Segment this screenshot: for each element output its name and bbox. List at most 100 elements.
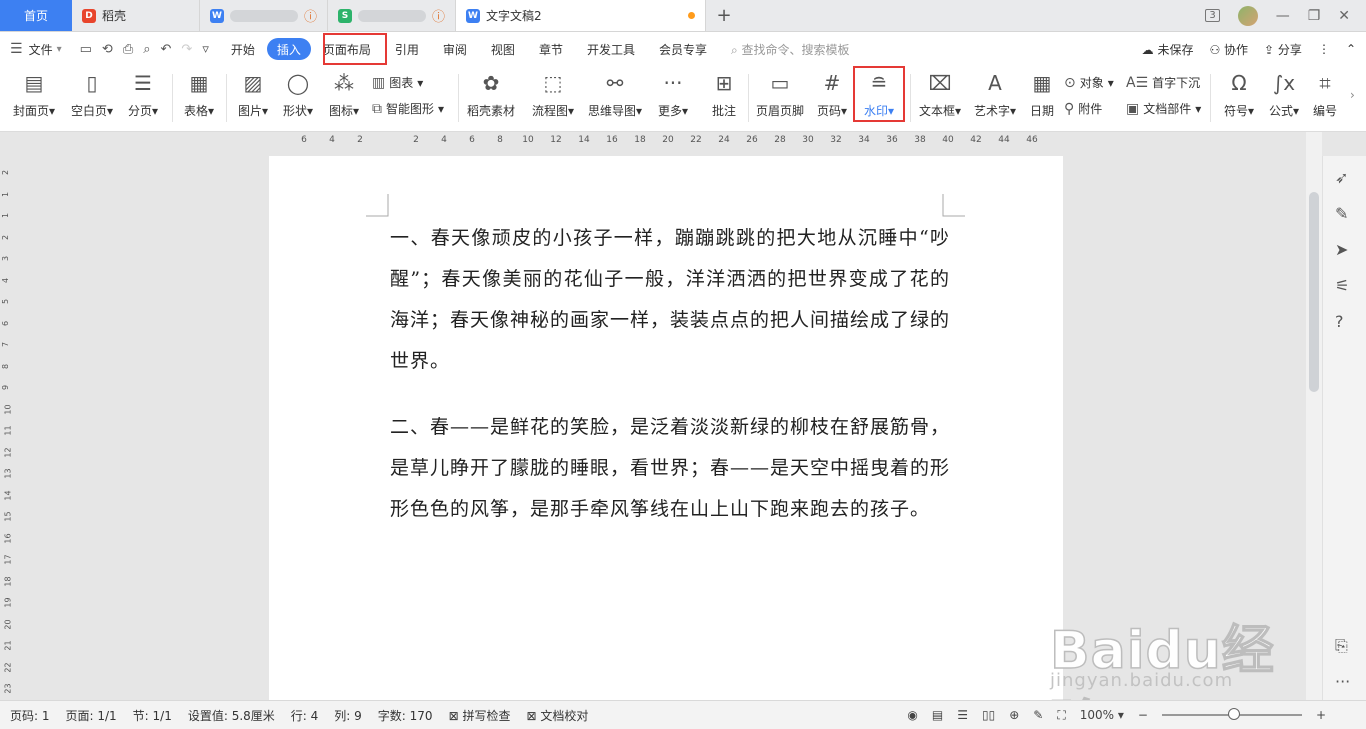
page-number-icon: # <box>823 71 841 95</box>
more-quick-icon[interactable]: ▿ <box>202 42 209 57</box>
status-words[interactable]: 字数: 170 <box>378 707 433 724</box>
cover-page-button[interactable]: ▤ 封面页▾ <box>6 70 62 119</box>
eye-protect-icon[interactable]: ◉ <box>907 708 917 722</box>
tab-daoke[interactable]: D 稻壳 <box>72 0 200 31</box>
object-button[interactable]: ⊙ 对象 ▾ <box>1064 74 1114 91</box>
more-button[interactable]: ··· 更多▾ <box>645 70 701 119</box>
ruler-tick: 32 <box>830 135 842 145</box>
window-count-badge[interactable]: 3 <box>1205 9 1220 22</box>
numbering-button[interactable]: ⌗ 编号 <box>1297 70 1353 119</box>
header-footer-button[interactable]: ▭ 页眉页脚 <box>752 70 808 119</box>
status-row[interactable]: 行: 4 <box>291 707 319 724</box>
tab-home[interactable]: 首页 <box>0 0 72 31</box>
spellcheck-button[interactable]: ⊠ 拼写检查 <box>449 707 511 724</box>
zoom-out-icon[interactable]: − <box>1138 708 1148 722</box>
print-icon[interactable]: ⎙ <box>123 42 133 57</box>
outline-view-icon[interactable]: ☰ <box>957 708 968 722</box>
scroll-thumb[interactable] <box>1309 192 1319 392</box>
proofread-button[interactable]: ⊠ 文档校对 <box>526 707 588 724</box>
zoom-level[interactable]: 100% ▾ <box>1080 708 1124 722</box>
daoke-material-button[interactable]: ✿ 稻壳素材 <box>463 70 519 119</box>
doc-part-button[interactable]: ▣ 文档部件 ▾ <box>1126 100 1201 117</box>
document-page[interactable]: 一、春天像顽皮的小孩子一样，蹦蹦跳跳的把大地从沉睡中“吵醒”；春天像美丽的花仙子… <box>269 156 1063 700</box>
date-button[interactable]: ▦ 日期 <box>1014 70 1070 119</box>
doc-search-icon[interactable]: ⎘ <box>1335 636 1348 656</box>
status-page-code[interactable]: 页码: 1 <box>10 707 50 724</box>
pen-icon[interactable]: ✎ <box>1335 204 1348 223</box>
web-view-icon[interactable]: ⊕ <box>1009 708 1019 722</box>
ruler-tick: 34 <box>858 135 870 145</box>
reading-view-icon[interactable]: ▯▯ <box>982 708 995 722</box>
vertical-ruler[interactable]: 2 1 1 2 3 4 5 6 7 8 9 10 11 12 13 14 15 16 17 18 19 20 21 22 23 <box>0 156 16 700</box>
file-menu[interactable]: 文件 <box>29 41 53 58</box>
paragraph-1[interactable]: 一、春天像顽皮的小孩子一样，蹦蹦跳跳的把大地从沉睡中“吵醒”；春天像美丽的花仙子… <box>390 218 950 382</box>
tab-view[interactable]: 视图 <box>479 38 527 60</box>
tab-references[interactable]: 引用 <box>383 38 431 60</box>
tab-insert[interactable]: 插入 <box>266 38 311 60</box>
textbox-button[interactable]: ⌧ 文本框▾ <box>912 70 968 119</box>
minimize-icon[interactable]: — <box>1276 8 1290 24</box>
drop-cap-button[interactable]: A☰ 首字下沉 <box>1126 74 1200 91</box>
chevron-down-icon[interactable]: ▾ <box>57 44 62 55</box>
table-button[interactable]: ▦ 表格▾ <box>171 70 227 119</box>
status-section[interactable]: 节: 1/1 <box>133 707 172 724</box>
mindmap-button[interactable]: ⚯ 思维导图▾ <box>587 70 643 119</box>
tab-member[interactable]: 会员专享 <box>647 38 719 60</box>
tab-blurred-doc-1[interactable]: W ⓘ <box>200 0 328 31</box>
vertical-scrollbar[interactable] <box>1306 132 1322 700</box>
collapse-ribbon-icon[interactable]: ⌃ <box>1346 42 1356 56</box>
flowchart-button[interactable]: ⬚ 流程图▾ <box>525 70 581 119</box>
zoom-slider-knob[interactable] <box>1227 708 1240 720</box>
paragraph-2[interactable]: 二、春——是鲜花的笑脸，是泛着淡淡新绿的柳枝在舒展筋骨，是草儿睁开了朦胧的睡眼，… <box>390 407 950 530</box>
hamburger-icon[interactable]: ☰ <box>10 41 23 57</box>
chart-button[interactable]: ▥ 图表 ▾ <box>372 74 423 91</box>
tab-blurred-doc-2[interactable]: S ⓘ <box>328 0 456 31</box>
unsaved-button[interactable]: ☁ 未保存 <box>1142 41 1194 58</box>
close-icon[interactable]: ✕ <box>1338 8 1350 24</box>
comment-button[interactable]: ⊞ 批注 <box>696 70 752 119</box>
redo-icon[interactable]: ↷ <box>181 42 192 57</box>
tab-review[interactable]: 审阅 <box>431 38 479 60</box>
more-options-icon[interactable]: ⋮ <box>1318 42 1330 56</box>
share-doc-icon[interactable]: ⟲ <box>102 42 113 57</box>
status-setting[interactable]: 设置值: 5.8厘米 <box>188 707 275 724</box>
ruler-tick: 14 <box>578 135 590 145</box>
more-sidebar-icon[interactable]: ··· <box>1335 672 1350 691</box>
print-preview-icon[interactable]: ⌕ <box>143 42 150 57</box>
undo-icon[interactable]: ↶ <box>161 42 172 57</box>
avatar[interactable] <box>1237 5 1258 26</box>
attachment-button[interactable]: ⚲ 附件 <box>1064 100 1102 117</box>
tab-start[interactable]: 开始 <box>219 38 267 60</box>
help-icon[interactable]: ? <box>1335 312 1344 331</box>
page-break-button[interactable]: ☰ 分页▾ <box>115 70 171 119</box>
settings-sliders-icon[interactable]: ⚟ <box>1335 276 1349 295</box>
ribbon: ▤ 封面页▾ ▯ 空白页▾ ☰ 分页▾ ▦ 表格▾ ▨ 图片▾ ◯ 形状▾ ⁂ 图标▾ ▥ 图表… <box>0 66 1366 132</box>
tab-active-doc[interactable]: W 文字文稿2 <box>456 0 706 31</box>
page-view-icon[interactable]: ▤ <box>932 708 943 722</box>
blank-page-button[interactable]: ▯ 空白页▾ <box>64 70 120 119</box>
ruler-tick: 6 <box>469 135 475 145</box>
writing-mode-icon[interactable]: ✎ <box>1033 708 1043 722</box>
ruler-tick: 17 <box>3 554 13 565</box>
fit-page-icon[interactable]: ⛶ <box>1057 708 1065 723</box>
restore-icon[interactable]: ❐ <box>1308 8 1321 24</box>
ruler-tick: 5 <box>1 298 11 305</box>
cursor-icon[interactable]: ➤ <box>1335 240 1348 259</box>
tab-chapter[interactable]: 章节 <box>527 38 575 60</box>
smart-graphic-button[interactable]: ⧉ 智能图形 ▾ <box>372 100 444 117</box>
rocket-icon[interactable]: ➶ <box>1335 168 1348 187</box>
icon-library-button[interactable]: ⁂ 图标▾ <box>316 70 372 119</box>
horizontal-ruler[interactable]: 6 4 2 2 4 6 8 10 12 14 16 18 20 22 24 26 28 30 32 34 36 38 40 4… <box>0 132 1306 156</box>
share-button[interactable]: ⇪ 分享 <box>1264 41 1302 58</box>
command-search[interactable]: ⌕ 查找命令、搜索模板 <box>731 41 850 58</box>
zoom-in-icon[interactable]: + <box>1316 708 1326 722</box>
save-icon[interactable]: ▭ <box>80 42 92 57</box>
ribbon-scroll-right-icon[interactable]: › <box>1350 88 1355 102</box>
tab-developer[interactable]: 开发工具 <box>575 38 647 60</box>
add-tab-button[interactable]: + <box>706 0 742 31</box>
status-pages[interactable]: 页面: 1/1 <box>66 707 117 724</box>
zoom-slider[interactable] <box>1161 708 1302 720</box>
comment-icon: ⊞ <box>715 71 733 95</box>
status-col[interactable]: 列: 9 <box>334 707 362 724</box>
collab-button[interactable]: ⚇ 协作 <box>1209 41 1248 58</box>
